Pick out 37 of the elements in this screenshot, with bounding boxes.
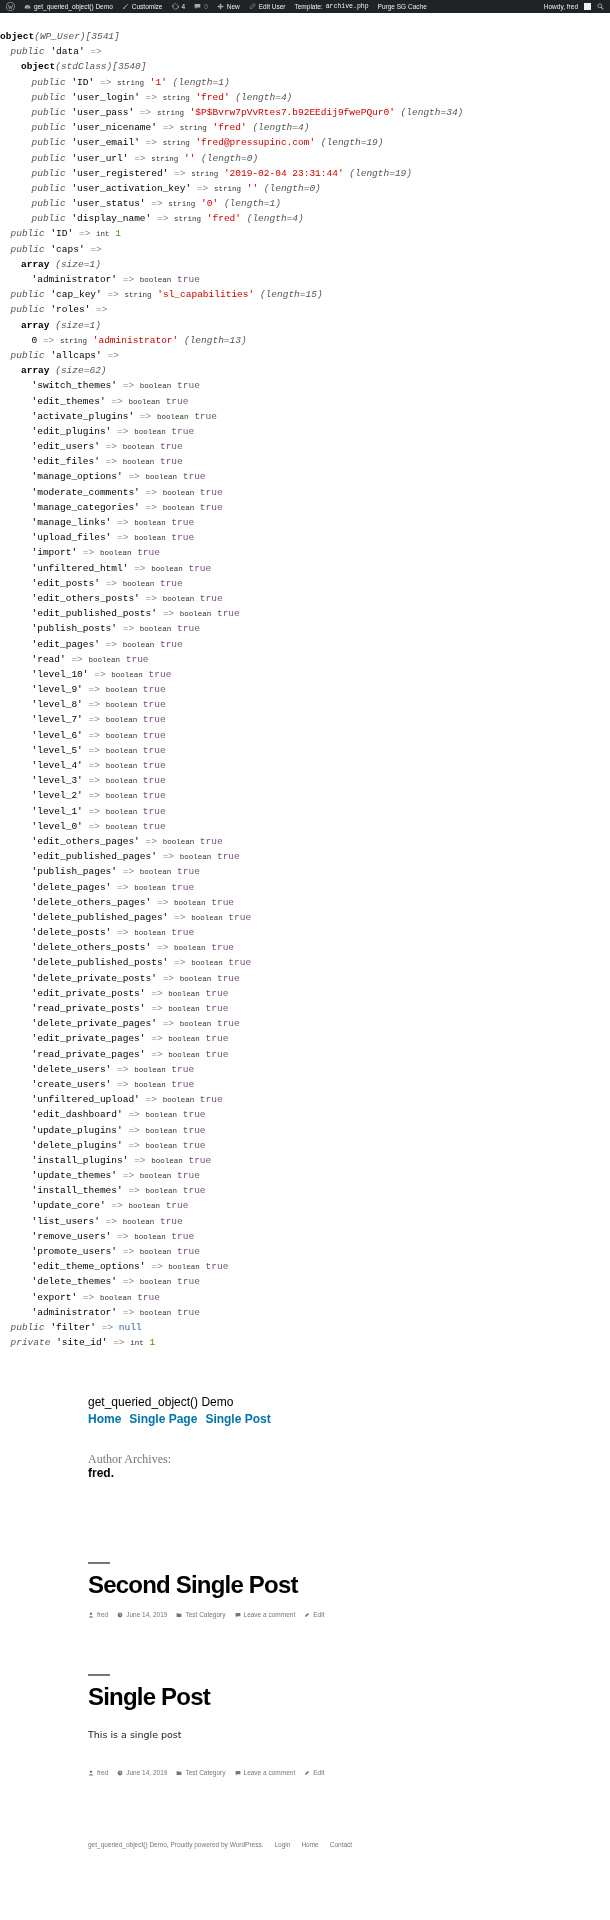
dump-line: array (size=62) [21, 364, 108, 379]
pencil-icon [248, 3, 256, 10]
post-text: This is a single post [88, 1728, 183, 1743]
archive-label: Author Archives: [88, 1452, 172, 1467]
dump-line: object(WP_User)[3541] [0, 30, 121, 44]
dump-line: public 'allcaps' => [10, 348, 120, 363]
comment-icon [234, 1612, 241, 1619]
clock-icon [117, 1770, 124, 1777]
post-title[interactable]: Second Single Post [88, 1570, 580, 1601]
gauge-icon [24, 3, 31, 10]
clock-icon [117, 1612, 124, 1619]
wordpress-logo-icon[interactable] [6, 2, 15, 11]
folder-icon [176, 1612, 183, 1619]
pencil-icon [304, 1612, 311, 1619]
person-icon [88, 1612, 94, 1619]
comment-icon [194, 3, 202, 10]
site-title: get_queried_object() Demo [88, 1394, 235, 1411]
dump-line: array (size=1) [21, 257, 102, 272]
plus-icon [216, 3, 224, 10]
nav-link[interactable]: Single Post [205, 1410, 271, 1429]
refresh-icon [171, 3, 179, 10]
dump-line: public 'roles' => [10, 303, 109, 318]
dump-line: public 'filter' => null [10, 1320, 143, 1335]
brush-icon [121, 3, 129, 10]
pencil-icon [304, 1770, 311, 1777]
person-icon [88, 1770, 94, 1777]
post-title[interactable]: Single Post [88, 1682, 580, 1713]
nav-link[interactable]: Single Page [129, 1410, 198, 1429]
nav-link[interactable]: Home [88, 1410, 122, 1429]
dump-line: public 'caps' => [10, 242, 103, 257]
search-icon[interactable] [597, 3, 604, 10]
dump-line: object(stdClass)[3540] [21, 60, 148, 75]
dump-line: public 'data' => [10, 45, 103, 60]
comment-icon [234, 1770, 241, 1777]
folder-icon [176, 1770, 183, 1777]
dump-line: array (size=1) [21, 318, 102, 333]
author-name: fred. [88, 1466, 115, 1481]
